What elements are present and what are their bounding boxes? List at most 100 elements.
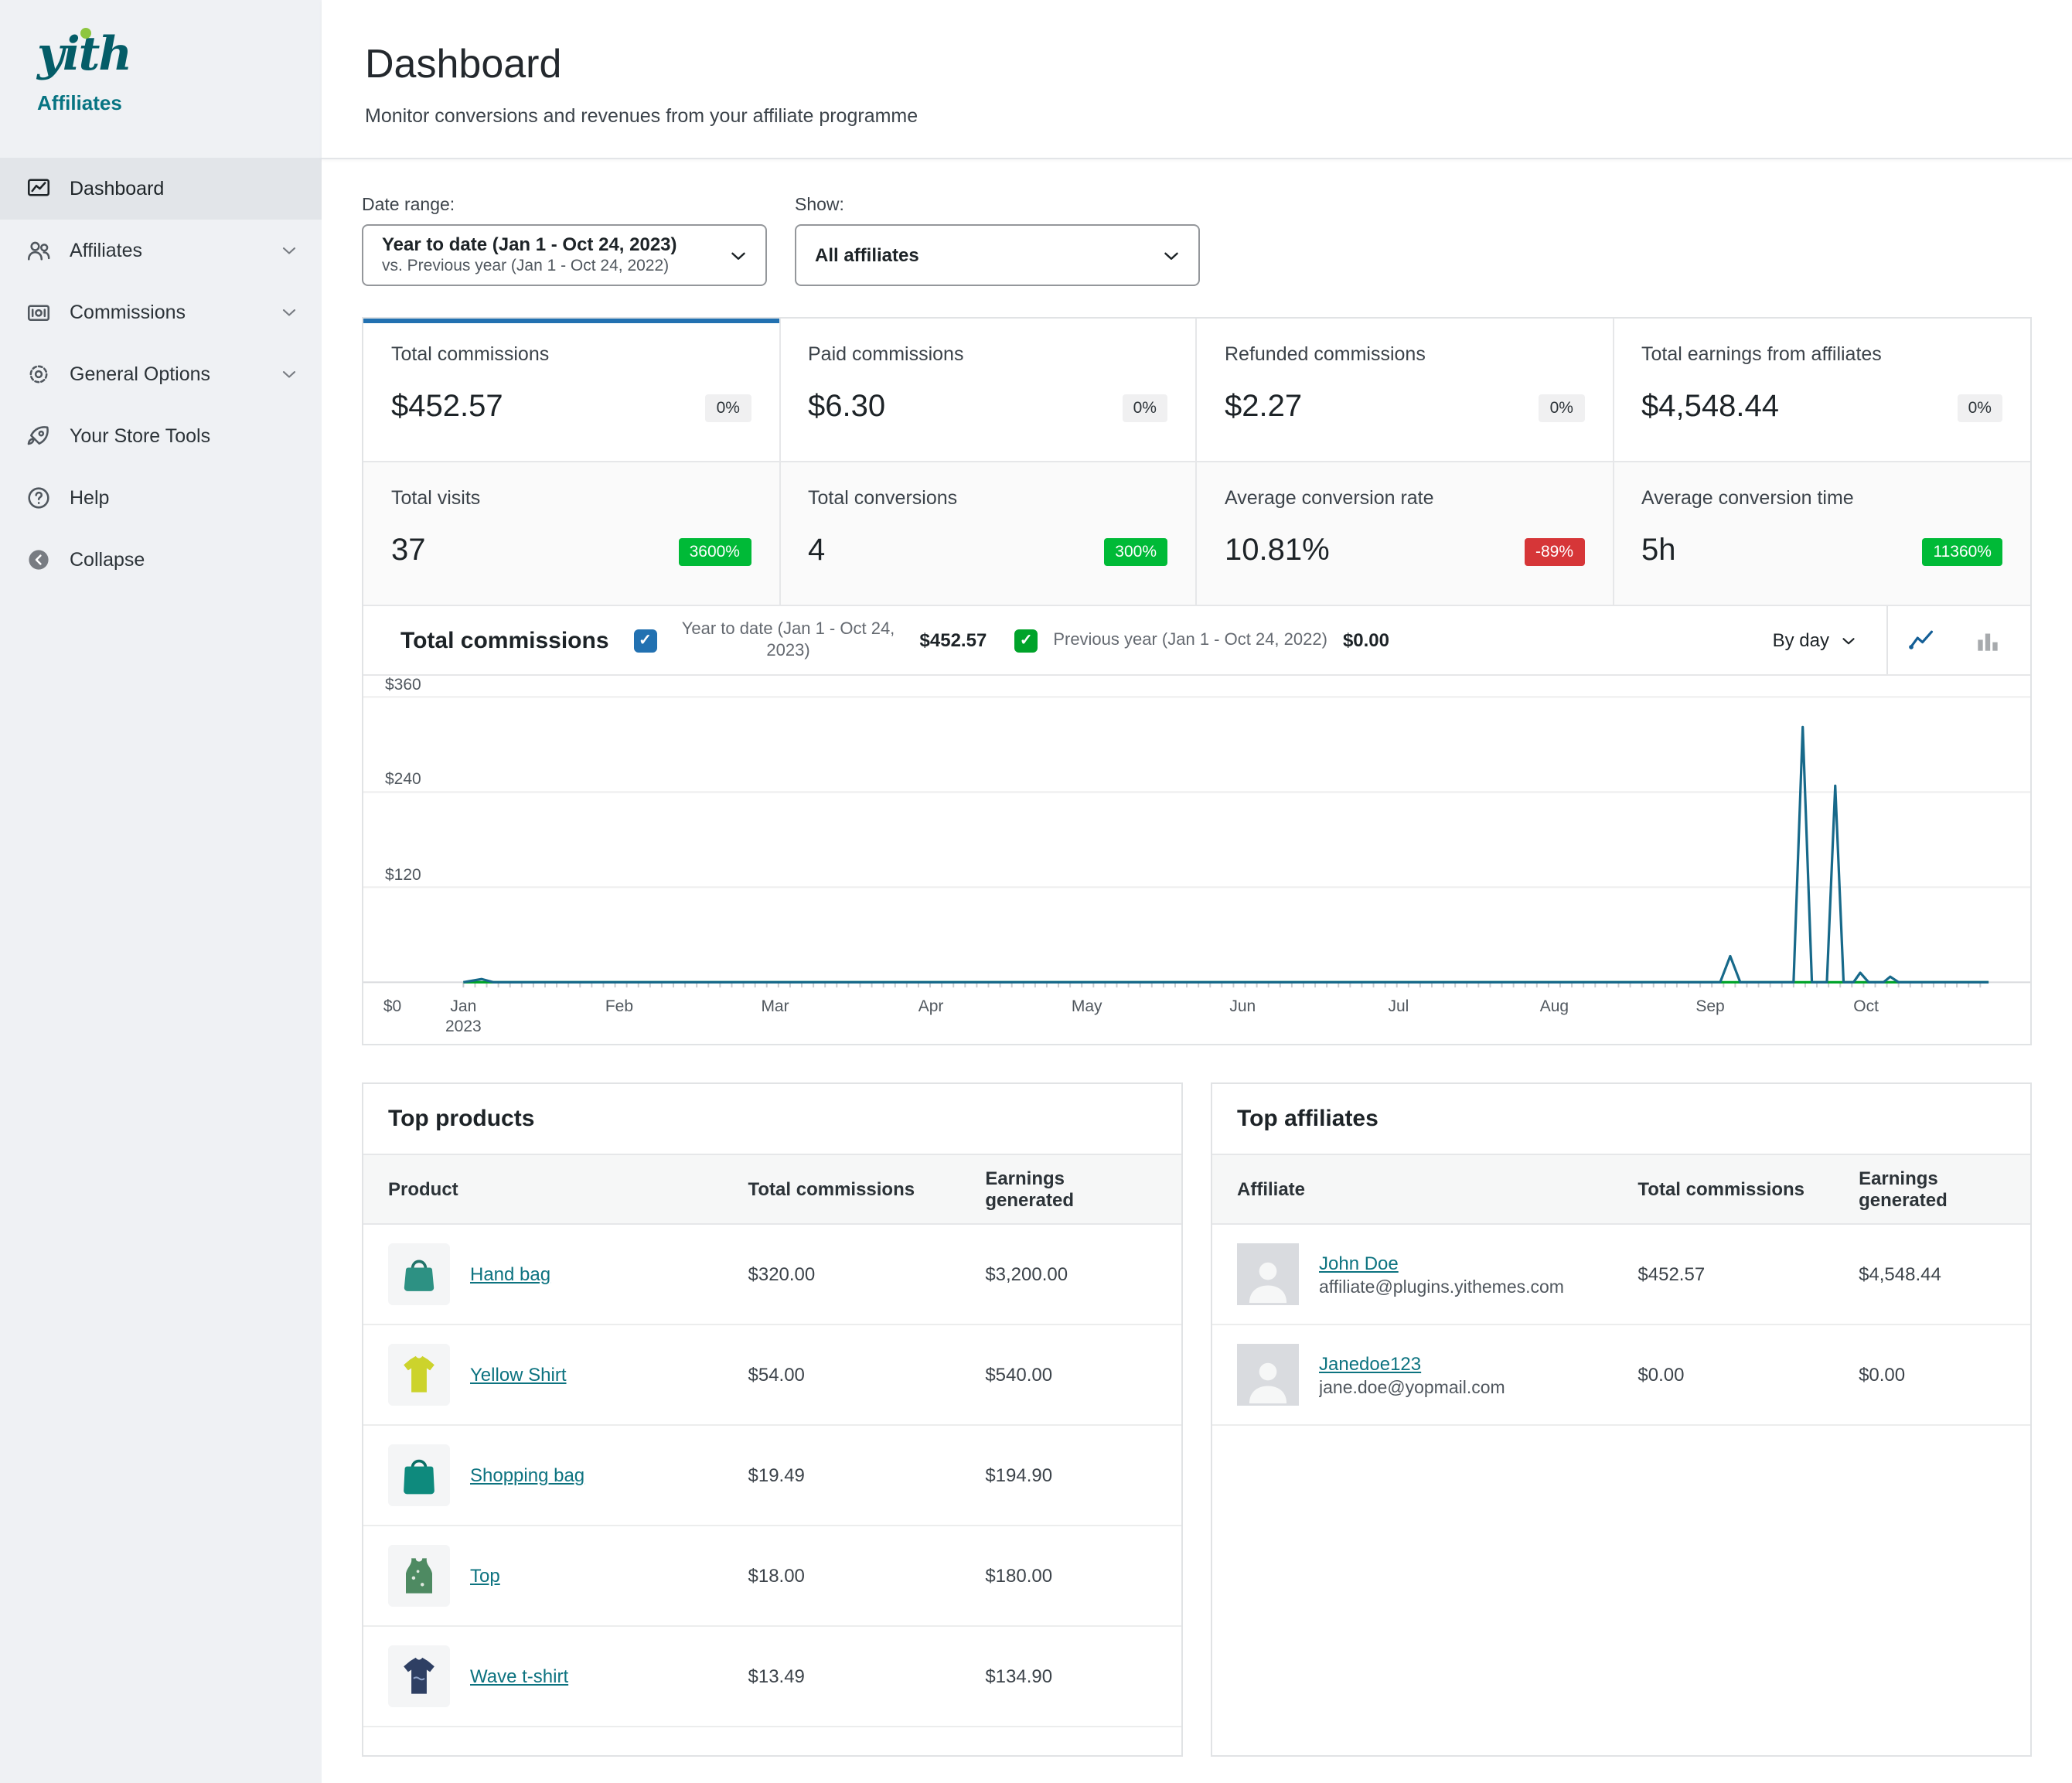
product-commissions: $54.00	[724, 1324, 961, 1425]
table-row: Hand bag $320.00 $3,200.00	[363, 1224, 1181, 1324]
sidebar-item-help[interactable]: Help	[0, 467, 322, 529]
stat-total-earnings[interactable]: Total earnings from affiliates $4,548.44…	[1614, 319, 2030, 462]
main-content: Dashboard Monitor conversions and revenu…	[322, 0, 2072, 1783]
chevron-down-icon	[278, 363, 300, 385]
avatar	[1237, 1243, 1299, 1305]
stat-total-conversions[interactable]: Total conversions 4300%	[780, 462, 1197, 606]
top-products-title: Top products	[363, 1084, 1181, 1154]
product-earnings: $134.90	[960, 1626, 1181, 1727]
product-link[interactable]: Hand bag	[470, 1263, 550, 1285]
stat-refunded-commissions[interactable]: Refunded commissions $2.27 0%	[1197, 319, 1614, 462]
stat-change-badge: 0%	[706, 394, 751, 421]
bar-chart-icon[interactable]	[1954, 626, 2030, 655]
stat-avg-conversion-rate[interactable]: Average conversion rate 10.81%-89%	[1197, 462, 1614, 606]
stat-total-commissions[interactable]: Total commissions $452.570%	[363, 319, 780, 462]
stat-value: 4	[808, 534, 825, 569]
line-chart-icon[interactable]	[1888, 626, 1954, 655]
page-title: Dashboard	[365, 40, 2032, 88]
affiliate-link[interactable]: John Doe	[1319, 1252, 1564, 1273]
product-image-yellow-shirt	[388, 1344, 450, 1406]
stat-change-badge: 11360%	[1922, 537, 2002, 565]
stat-label: Paid commissions	[808, 343, 1167, 365]
table-row: John Doe affiliate@plugins.yithemes.com …	[1212, 1224, 2030, 1324]
sidebar-item-dashboard[interactable]: Dashboard	[0, 158, 322, 220]
stat-value: $4,548.44	[1641, 390, 1779, 425]
chart-x-tick: Jun	[1229, 997, 1256, 1018]
chevron-down-icon	[727, 244, 750, 267]
top-affiliates-card: Top affiliates Affiliate Total commissio…	[1211, 1082, 2032, 1757]
app: yith Affiliates Dashboard Affiliates	[0, 0, 2072, 1783]
yith-logo-leaf	[80, 28, 91, 39]
product-link[interactable]: Yellow Shirt	[470, 1364, 567, 1386]
product-image-shopping-bag	[388, 1444, 450, 1506]
sidebar-item-label: Dashboard	[70, 178, 164, 199]
column-header-total-commissions: Total commissions	[1613, 1154, 1834, 1224]
sidebar-item-label: Collapse	[70, 549, 145, 571]
sidebar-item-affiliates[interactable]: Affiliates	[0, 220, 322, 281]
stat-label: Total commissions	[391, 343, 751, 365]
sidebar-item-label: General Options	[70, 363, 210, 385]
show-select[interactable]: All affiliates	[795, 224, 1200, 286]
stat-label: Total conversions	[808, 487, 1167, 509]
table-row: Top $18.00 $180.00	[363, 1526, 1181, 1626]
interval-value: By day	[1773, 629, 1829, 651]
sidebar-item-general-options[interactable]: General Options	[0, 343, 322, 405]
date-range-select[interactable]: Year to date (Jan 1 - Oct 24, 2023) vs. …	[362, 224, 767, 286]
date-range-comparison: vs. Previous year (Jan 1 - Oct 24, 2022)	[382, 257, 727, 277]
sidebar-item-label: Commissions	[70, 302, 186, 323]
stat-value: $2.27	[1225, 390, 1302, 425]
affiliate-earnings: $4,548.44	[1834, 1224, 2030, 1324]
page-subtitle: Monitor conversions and revenues from yo…	[365, 105, 2032, 127]
sidebar-item-label: Help	[70, 487, 109, 509]
chart-x-tick: Oct	[1853, 997, 1879, 1018]
interval-select[interactable]: By day	[1760, 629, 1886, 651]
current-period-checkbox[interactable]	[634, 629, 657, 652]
stat-change-badge: -89%	[1525, 537, 1584, 565]
chart-header: Total commissions Year to date (Jan 1 - …	[363, 606, 2030, 676]
commissions-chart[interactable]: $0Jan2023FebMarAprMayJunJulAugSepOct $12…	[363, 676, 2030, 1044]
product-link[interactable]: Shopping bag	[470, 1464, 584, 1486]
product-earnings: $540.00	[960, 1324, 1181, 1425]
stat-change-badge: 0%	[1539, 394, 1584, 421]
stat-value: 37	[391, 534, 426, 569]
top-affiliates-title: Top affiliates	[1212, 1084, 2030, 1154]
stats-grid: Total commissions $452.570% Paid commiss…	[363, 319, 2030, 606]
chevron-down-icon	[278, 302, 300, 323]
column-header-earnings-generated: Earnings generated	[960, 1154, 1181, 1224]
stat-label: Average conversion time	[1641, 487, 2002, 509]
avatar	[1237, 1344, 1299, 1406]
stat-value: 5h	[1641, 534, 1676, 569]
stat-avg-conversion-time[interactable]: Average conversion time 5h 11360%	[1614, 462, 2030, 606]
stat-change-badge: 3600%	[679, 537, 751, 565]
plugin-name: Affiliates	[0, 82, 322, 114]
table-row: Janedoe123 jane.doe@yopmail.com $0.00 $0…	[1212, 1324, 2030, 1425]
chart-x-tick: Jan2023	[445, 997, 482, 1038]
commissions-icon	[25, 298, 53, 326]
affiliate-link[interactable]: Janedoe123	[1319, 1352, 1505, 1374]
stat-label: Refunded commissions	[1225, 343, 1584, 365]
product-link[interactable]: Top	[470, 1565, 500, 1587]
sidebar-item-your-store-tools[interactable]: Your Store Tools	[0, 405, 322, 467]
chart-x-tick: Mar	[761, 997, 789, 1018]
chevron-down-icon	[1160, 244, 1183, 267]
stat-total-visits[interactable]: Total visits 373600%	[363, 462, 780, 606]
collapse-icon	[25, 546, 53, 574]
chart-plot	[363, 682, 2030, 991]
top-products-card: Top products Product Total commissions E…	[362, 1082, 1183, 1757]
table-row: Wave t-shirt $13.49 $134.90	[363, 1626, 1181, 1727]
chevron-down-icon	[1839, 630, 1859, 650]
product-commissions: $18.00	[724, 1526, 961, 1626]
sidebar-item-label: Affiliates	[70, 240, 142, 261]
product-image-hand-bag	[388, 1243, 450, 1305]
product-link[interactable]: Wave t-shirt	[470, 1665, 568, 1687]
sidebar-item-commissions[interactable]: Commissions	[0, 281, 322, 343]
rocket-icon	[25, 422, 53, 450]
previous-period-checkbox[interactable]	[1014, 629, 1038, 652]
chevron-down-icon	[278, 240, 300, 261]
chart-y-tick: $120	[385, 865, 421, 884]
chart-x-tick: Sep	[1695, 997, 1724, 1018]
top-products-table: Product Total commissions Earnings gener…	[363, 1154, 1181, 1727]
affiliates-icon	[25, 237, 53, 264]
sidebar-item-collapse[interactable]: Collapse	[0, 529, 322, 591]
stat-paid-commissions[interactable]: Paid commissions $6.300%	[780, 319, 1197, 462]
